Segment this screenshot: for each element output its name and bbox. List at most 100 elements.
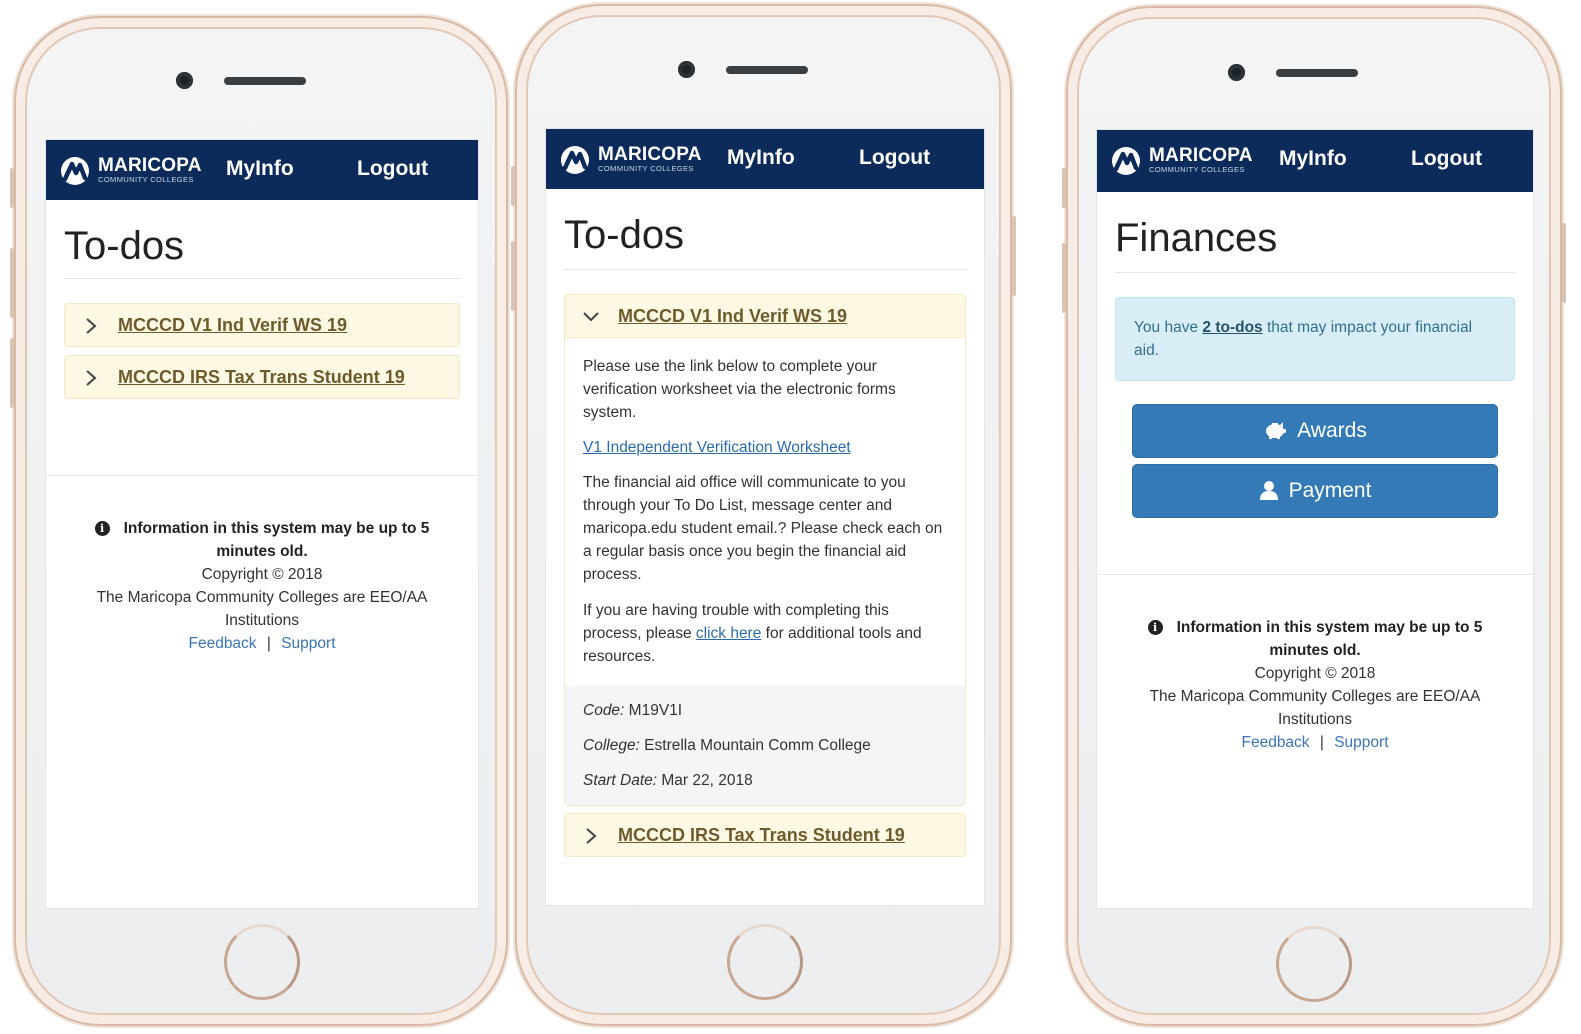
footer-info-text: Information in this system may be up to … <box>123 520 430 560</box>
speaker-grille <box>726 66 808 74</box>
footer-links: Feedback | Support <box>82 632 442 655</box>
todo-link-verification[interactable]: MCCCD V1 Ind Verif WS 19 <box>618 306 847 327</box>
footer-eeo: The Maricopa Community Colleges are EEO/… <box>96 589 428 629</box>
support-link[interactable]: Support <box>1334 734 1388 751</box>
footer-info-line: i Information in this system may be up to… <box>1133 616 1497 662</box>
awards-button-label: Awards <box>1297 419 1367 442</box>
nav-logout-link[interactable]: Logout <box>357 157 428 181</box>
footer-info-text: Information in this system may be up to … <box>1176 619 1483 659</box>
title-divider <box>64 278 460 279</box>
camera-icon <box>1228 64 1245 81</box>
worksheet-link[interactable]: V1 Independent Verification Worksheet <box>583 439 851 456</box>
chevron-right-icon[interactable] <box>581 826 601 846</box>
maricopa-logo[interactable]: MARICOPA COMMUNITY COLLEGES <box>560 145 702 175</box>
home-button[interactable] <box>1276 926 1352 1002</box>
page-title: To-dos <box>64 224 185 268</box>
logo-wordmark: MARICOPA <box>598 144 702 165</box>
meta-start-label: Start Date: <box>583 772 658 789</box>
footer-divider <box>46 475 478 476</box>
logo-subtitle: COMMUNITY COLLEGES <box>598 164 694 173</box>
camera-icon <box>176 72 193 89</box>
nav-logout-link[interactable]: Logout <box>859 146 930 170</box>
phone-frame-2: MARICOPA COMMUNITY COLLEGES MyInfo Logou… <box>511 4 1016 1026</box>
page-title: Finances <box>1115 216 1278 260</box>
details-paragraph-1: Please use the link below to complete yo… <box>583 358 896 421</box>
footer: i Information in this system may be up to… <box>1097 616 1533 754</box>
title-divider <box>564 269 966 270</box>
todo-link-irs[interactable]: MCCCD IRS Tax Trans Student 19 <box>118 367 405 388</box>
meta-college-label: College: <box>583 737 640 754</box>
footer-separator: | <box>266 635 271 652</box>
maricopa-logo[interactable]: MARICOPA COMMUNITY COLLEGES <box>1111 146 1253 176</box>
info-icon: i <box>1147 620 1163 635</box>
logo-wordmark: MARICOPA <box>1149 145 1253 166</box>
alert-text-before: You have <box>1134 319 1203 336</box>
meta-college: College: Estrella Mountain Comm College <box>583 737 871 755</box>
top-navbar: MARICOPA COMMUNITY COLLEGES MyInfo Logou… <box>46 140 478 200</box>
info-icon: i <box>94 521 110 536</box>
top-navbar: MARICOPA COMMUNITY COLLEGES MyInfo Logou… <box>546 129 984 189</box>
screen-2: MARICOPA COMMUNITY COLLEGES MyInfo Logou… <box>546 129 984 905</box>
maricopa-logo-icon <box>61 157 89 185</box>
todo-meta-box: Code: M19V1I College: Estrella Mountain … <box>565 686 965 805</box>
logo-subtitle: COMMUNITY COLLEGES <box>1149 165 1245 174</box>
nav-logout-link[interactable]: Logout <box>1411 147 1482 171</box>
footer-copyright: Copyright © 2018 <box>1254 665 1376 682</box>
chevron-right-icon[interactable] <box>81 368 101 388</box>
meta-code-label: Code: <box>583 702 625 719</box>
todo-details-panel: Please use the link below to complete yo… <box>564 338 966 806</box>
nav-myinfo-link[interactable]: MyInfo <box>727 146 795 170</box>
meta-college-value: Estrella Mountain Comm College <box>639 737 871 754</box>
todo-item-verification[interactable]: MCCCD V1 Ind Verif WS 19 <box>64 303 460 347</box>
meta-code-value: M19V1I <box>624 702 683 719</box>
piggy-bank-icon <box>1266 422 1287 439</box>
title-divider <box>1115 272 1515 273</box>
chevron-down-icon[interactable] <box>581 307 601 327</box>
nav-myinfo-link[interactable]: MyInfo <box>1279 147 1347 171</box>
maricopa-logo[interactable]: MARICOPA COMMUNITY COLLEGES <box>60 156 202 186</box>
speaker-grille <box>224 77 306 85</box>
logo-subtitle: COMMUNITY COLLEGES <box>98 175 194 184</box>
user-icon <box>1259 481 1278 500</box>
footer: i Information in this system may be up to… <box>46 517 478 655</box>
meta-code: Code: M19V1I <box>583 702 682 720</box>
feedback-link[interactable]: Feedback <box>188 635 256 652</box>
click-here-link[interactable]: click here <box>696 625 761 642</box>
footer-separator: | <box>1319 734 1324 751</box>
todo-alert: You have 2 to-dos that may impact your f… <box>1115 297 1515 381</box>
worksheet-link-row: V1 Independent Verification Worksheet <box>583 436 951 459</box>
footer-info-line: i Information in this system may be up to… <box>82 517 442 563</box>
footer-eeo: The Maricopa Community Colleges are EEO/… <box>1149 688 1481 728</box>
payment-button-label: Payment <box>1288 479 1372 502</box>
camera-icon <box>678 61 695 78</box>
meta-start-value: Mar 22, 2018 <box>657 772 753 789</box>
phone-frame-1: MARICOPA COMMUNITY COLLEGES MyInfo Logou… <box>10 16 508 1026</box>
page-title: To-dos <box>564 213 685 257</box>
maricopa-logo-icon <box>1112 147 1140 175</box>
awards-button[interactable]: Awards <box>1132 404 1498 458</box>
meta-start-date: Start Date: Mar 22, 2018 <box>583 772 753 790</box>
screen-3: MARICOPA COMMUNITY COLLEGES MyInfo Logou… <box>1097 130 1533 908</box>
logo-wordmark: MARICOPA <box>98 155 202 176</box>
speaker-grille <box>1276 69 1358 77</box>
chevron-right-icon[interactable] <box>81 316 101 336</box>
maricopa-logo-icon <box>561 146 589 174</box>
nav-myinfo-link[interactable]: MyInfo <box>226 157 294 181</box>
footer-divider <box>1097 574 1533 575</box>
screen-1: MARICOPA COMMUNITY COLLEGES MyInfo Logou… <box>46 140 478 908</box>
todo-item-irs[interactable]: MCCCD IRS Tax Trans Student 19 <box>64 355 460 399</box>
todos-link[interactable]: 2 to-dos <box>1202 319 1262 336</box>
todo-item-verification-expanded[interactable]: MCCCD V1 Ind Verif WS 19 <box>564 294 966 338</box>
footer-links: Feedback | Support <box>1133 731 1497 754</box>
todo-link-irs[interactable]: MCCCD IRS Tax Trans Student 19 <box>618 825 905 846</box>
todo-link-verification[interactable]: MCCCD V1 Ind Verif WS 19 <box>118 315 347 336</box>
support-link[interactable]: Support <box>281 635 335 652</box>
home-button[interactable] <box>224 924 300 1000</box>
payment-button[interactable]: Payment <box>1132 464 1498 518</box>
feedback-link[interactable]: Feedback <box>1241 734 1309 751</box>
details-paragraph-2: The financial aid office will communicat… <box>583 474 943 583</box>
todo-item-irs[interactable]: MCCCD IRS Tax Trans Student 19 <box>564 813 966 857</box>
home-button[interactable] <box>727 924 803 1000</box>
top-navbar: MARICOPA COMMUNITY COLLEGES MyInfo Logou… <box>1097 130 1533 192</box>
details-paragraph-3: If you are having trouble with completin… <box>583 599 951 668</box>
